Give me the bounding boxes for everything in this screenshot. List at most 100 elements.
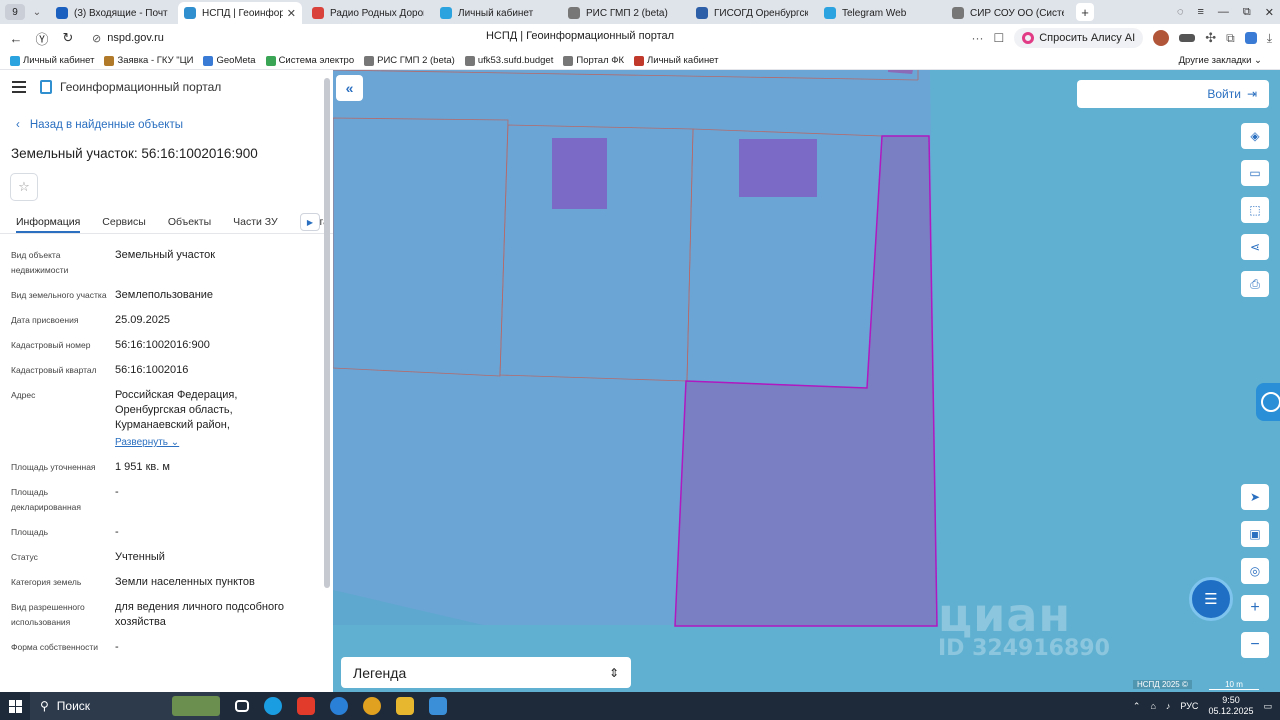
back-arrow-icon[interactable]: ←	[6, 28, 26, 48]
map-canvas[interactable]	[333, 70, 1280, 692]
puzzle-icon[interactable]: ✣	[1205, 30, 1216, 46]
login-button[interactable]: Войти ⇥	[1077, 80, 1269, 108]
bookmark-item[interactable]: Заявка - ГКУ "ЦИ	[104, 55, 193, 66]
profile-icon[interactable]: ◌	[1177, 6, 1184, 18]
extension-icon[interactable]	[1153, 30, 1170, 46]
url-field[interactable]: ⊘ nspd.gov.ru	[92, 32, 422, 45]
bookmark-item[interactable]: РИС ГМП 2 (beta)	[364, 55, 455, 66]
browser-tab[interactable]: Радио Родных Дорог слуш	[306, 2, 430, 24]
browser-toolbar: ··· ☐ Спросить Алису AI ✣ ⧉ ⤓	[971, 28, 1272, 48]
tab-favicon-icon	[184, 7, 196, 19]
print-button[interactable]: ⎙	[1241, 271, 1269, 297]
favorite-button[interactable]: ☆	[10, 173, 38, 201]
reload-icon[interactable]: ↻	[58, 28, 78, 48]
ruler-button[interactable]: ▭	[1241, 160, 1269, 186]
search-label: Поиск	[56, 699, 91, 713]
start-button[interactable]	[0, 692, 30, 720]
property-value: Учтенный	[115, 551, 165, 563]
collapse-panel-button[interactable]: «	[336, 75, 363, 101]
more-icon[interactable]: ···	[971, 31, 983, 45]
tab-count-badge[interactable]: 9	[5, 4, 25, 20]
edge-icon[interactable]	[264, 697, 282, 715]
chrome-icon[interactable]	[363, 697, 381, 715]
ask-alice-button[interactable]: Спросить Алису AI	[1014, 28, 1144, 48]
back-to-results-link[interactable]: ‹ Назад в найденные объекты	[16, 119, 183, 131]
area-select-button[interactable]: ⬚	[1241, 197, 1269, 223]
yandex-browser-icon[interactable]	[297, 697, 315, 715]
window-controls: ◌ ≡ — ⧉ ✕	[1177, 0, 1274, 24]
tab-0[interactable]: Информация	[16, 210, 81, 233]
chevron-down-icon[interactable]: ⌄	[28, 4, 46, 20]
close-icon[interactable]: ✕	[1265, 6, 1274, 19]
browser-tab[interactable]: РИС ГМП 2 (beta)	[562, 2, 686, 24]
browser-tab[interactable]: ГИСОГД Оренбургской	[690, 2, 814, 24]
hamburger-menu-icon[interactable]	[12, 81, 26, 93]
legend-dropdown[interactable]: Легенда ⇕	[341, 657, 631, 688]
area-select-icon: ⬚	[1249, 203, 1261, 217]
site-info-icon[interactable]: ⊘	[92, 32, 101, 45]
collections-icon[interactable]: ⧉	[1226, 31, 1235, 46]
assistant-chat-button[interactable]: ☰	[1189, 577, 1233, 621]
extension-icon[interactable]	[1179, 34, 1196, 42]
bookmark-item[interactable]: Личный кабинет	[634, 55, 719, 66]
property-value: -	[115, 526, 119, 538]
share-button[interactable]: ⋖	[1241, 234, 1269, 260]
browser-tab[interactable]: (3) Входящие - Почта Mail	[50, 2, 174, 24]
bookmark-item[interactable]: GeoMeta	[203, 55, 256, 66]
language-indicator[interactable]: РУС	[1180, 701, 1198, 711]
other-bookmarks[interactable]: Другие закладки ⌄	[1179, 55, 1262, 66]
tab-1[interactable]: Сервисы	[102, 210, 146, 233]
ruler-icon: ▭	[1249, 166, 1261, 180]
tab-title: Личный кабинет	[458, 7, 534, 19]
tab-title: СИР СОУ ОО (Система	[970, 7, 1064, 19]
clock[interactable]: 9:50 05.12.2025	[1208, 695, 1253, 717]
bookmark-item[interactable]: Личный кабинет	[10, 55, 94, 66]
app-icon[interactable]	[429, 697, 447, 715]
new-tab-button[interactable]: +	[1076, 3, 1094, 21]
network-icon[interactable]: ⌂	[1150, 701, 1155, 711]
tab-3[interactable]: Части ЗУ	[233, 210, 278, 233]
taskbar-search[interactable]: ⚲ Поиск	[30, 692, 220, 720]
panel-scrollbar[interactable]	[324, 78, 330, 588]
bookmark-label: Личный кабинет	[647, 55, 719, 66]
layers-button[interactable]: ◈	[1241, 123, 1269, 149]
portal-header: Геоинформационный портал	[12, 80, 221, 94]
chevron-up-icon[interactable]: ⌃	[1133, 701, 1141, 712]
download-icon[interactable]: ⤓	[1267, 31, 1272, 46]
expand-address-link[interactable]: Развернуть ⌄	[115, 435, 179, 450]
browser-tab[interactable]: Личный кабинет	[434, 2, 558, 24]
tab-favicon-icon	[56, 7, 68, 19]
close-tab-icon[interactable]: ✕	[287, 7, 296, 20]
support-chat-button[interactable]	[1256, 383, 1280, 421]
locate-direction-button[interactable]: ➤	[1241, 484, 1269, 510]
address-bar: ← Ⓨ ↻ ⊘ nspd.gov.ru НСПД | Геоинформацио…	[0, 24, 1280, 52]
browser-tab[interactable]: НСПД | Геоинформационный ✕	[178, 2, 302, 24]
browser-tab[interactable]: Telegram Web	[818, 2, 942, 24]
restore-icon[interactable]: ⧉	[1243, 6, 1251, 19]
extension-icon[interactable]	[1244, 32, 1257, 44]
task-view-icon[interactable]	[235, 700, 249, 712]
minimap-button[interactable]: ▣	[1241, 521, 1269, 547]
bookmark-item[interactable]: ufk53.sufd.budget	[464, 55, 553, 66]
yandex-icon[interactable]: Ⓨ	[32, 28, 52, 48]
zoom-out-button[interactable]: −	[1241, 632, 1269, 658]
file-explorer-icon[interactable]	[396, 697, 414, 715]
tab-2[interactable]: Объекты	[168, 210, 211, 233]
geolocation-button[interactable]: ◎	[1241, 558, 1269, 584]
minimize-icon[interactable]: —	[1218, 6, 1229, 18]
menu-icon[interactable]: ≡	[1198, 6, 1204, 18]
system-tray: ⌃ ⌂ ♪ РУС 9:50 05.12.2025 ▭	[1133, 692, 1272, 720]
bookmark-icon[interactable]: ☐	[993, 31, 1004, 45]
bookmark-label: Личный кабинет	[23, 55, 95, 66]
tabs-scroll-right-button[interactable]: ▶	[300, 213, 320, 231]
bookmark-item[interactable]: Система электро	[265, 55, 354, 66]
notifications-icon[interactable]: ▭	[1263, 701, 1272, 712]
volume-icon[interactable]: ♪	[1166, 701, 1171, 711]
map-view[interactable]: « Войти ⇥ ◈ ▭ ⬚ ⋖ ⎙ ➤ ▣ ◎ + − ☰ циан ID …	[333, 70, 1280, 692]
property-key: Кадастровый номер	[11, 340, 91, 350]
app-icon[interactable]	[330, 697, 348, 715]
bookmark-item[interactable]: Портал ФК	[563, 55, 624, 66]
zoom-in-button[interactable]: +	[1241, 595, 1269, 621]
browser-tab[interactable]: СИР СОУ ОО (Система	[946, 2, 1070, 24]
property-key: Площадь	[11, 527, 49, 537]
